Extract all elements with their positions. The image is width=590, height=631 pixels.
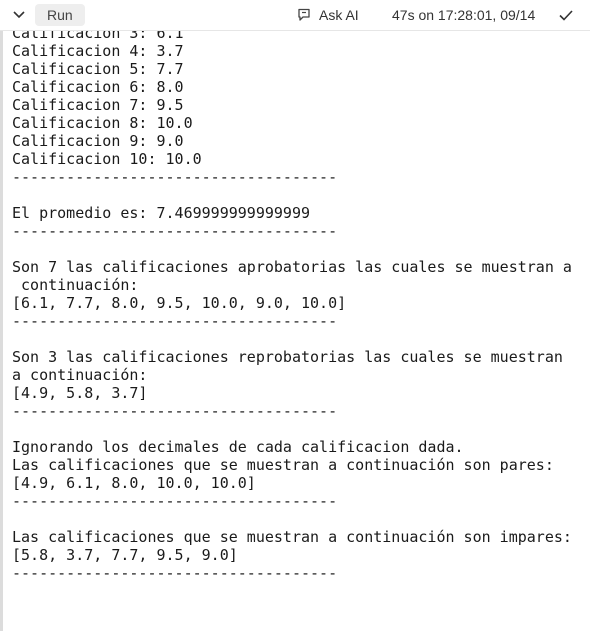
chevron-down-icon [13, 11, 25, 19]
check-icon [559, 9, 573, 21]
execution-timestamp: 47s on 17:28:01, 09/14 [392, 0, 535, 30]
output-line: Son 7 las calificaciones aprobatorias la… [12, 258, 572, 276]
output-line: continuación: [12, 276, 139, 294]
run-button[interactable]: Run [35, 4, 85, 26]
output-line: Calificacion 10: 10.0 [12, 150, 202, 168]
output-line: Las calificaciones que se muestran a con… [12, 528, 572, 546]
separator-line: ------------------------------------ [12, 402, 338, 420]
collapse-button[interactable] [11, 0, 27, 30]
output-line: Calificacion 6: 8.0 [12, 78, 184, 96]
separator-line: ------------------------------------ [12, 492, 338, 510]
odd-grades-list: [5.8, 3.7, 7.7, 9.5, 9.0] [12, 546, 238, 564]
timestamp-text: 47s on 17:28:01, 09/14 [392, 7, 536, 23]
cell-gutter [0, 0, 3, 631]
output-line: Calificacion 7: 9.5 [12, 96, 184, 114]
cell-toolbar: Run Ask AI 47s on 17:28:01, 09/14 [0, 0, 590, 31]
output-line: Calificacion 9: 9.0 [12, 132, 184, 150]
output-line: Calificacion 5: 7.7 [12, 60, 184, 78]
separator-line: ------------------------------------ [12, 564, 338, 582]
separator-line: ------------------------------------ [12, 222, 338, 240]
comment-flag-icon [298, 8, 310, 21]
output-line: a continuación: [12, 366, 148, 384]
failing-grades-list: [4.9, 5.8, 3.7] [12, 384, 148, 402]
notebook-cell: Run Ask AI 47s on 17:28:01, 09/14 Califi… [0, 0, 590, 631]
cell-output: Calificacion 3: 6.1 Calificacion 4: 3.7 Ca… [12, 24, 572, 582]
ask-ai-label: Ask AI [319, 7, 359, 23]
even-grades-list: [4.9, 6.1, 8.0, 10.0, 10.0] [12, 474, 256, 492]
run-button-label: Run [47, 7, 73, 23]
average-line: El promedio es: 7.469999999999999 [12, 204, 311, 222]
output-line: Son 3 las calificaciones reprobatorias l… [12, 348, 563, 366]
separator-line: ------------------------------------ [12, 168, 338, 186]
ask-ai-button[interactable]: Ask AI [297, 0, 359, 30]
output-line: Las calificaciones que se muestran a con… [12, 456, 554, 474]
output-line: Calificacion 4: 3.7 [12, 42, 184, 60]
passing-grades-list: [6.1, 7.7, 8.0, 9.5, 10.0, 9.0, 10.0] [12, 294, 347, 312]
output-line: Calificacion 8: 10.0 [12, 114, 193, 132]
output-line: Ignorando los decimales de cada califica… [12, 438, 464, 456]
execution-status [557, 0, 575, 30]
separator-line: ------------------------------------ [12, 312, 338, 330]
